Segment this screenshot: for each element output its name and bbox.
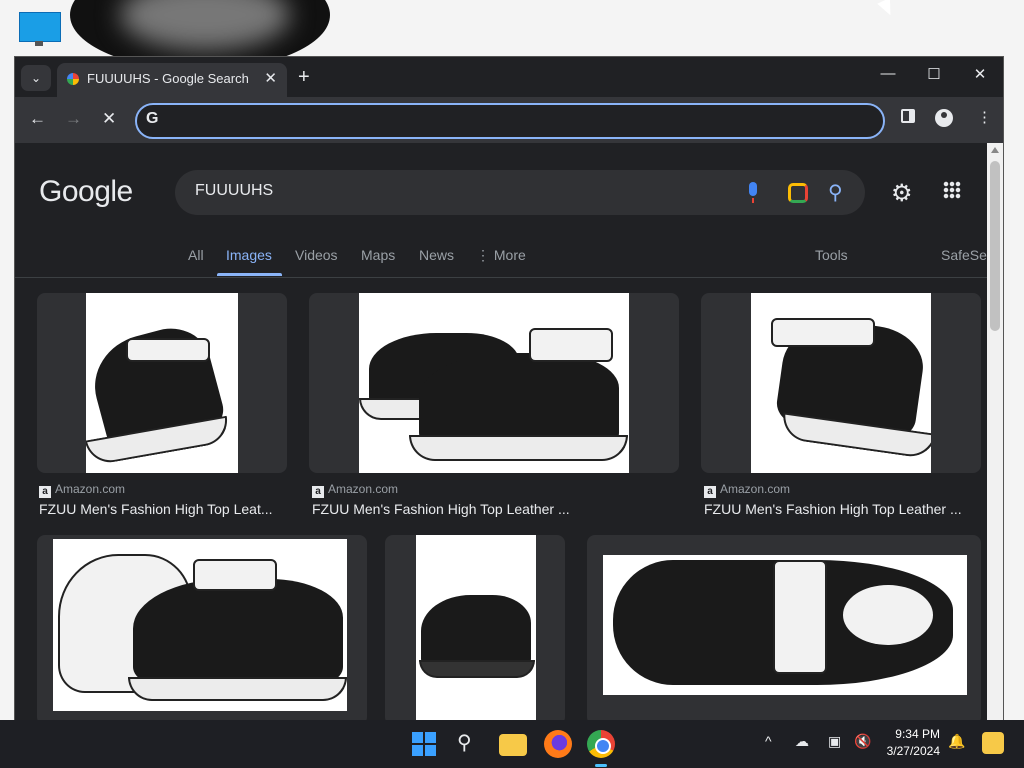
title-bar: ⌄ FUUUUHS - Google Search ✕ + — ☐ ✕ — [15, 57, 1003, 97]
more-icon: ⋮ — [476, 247, 490, 263]
tab-search-button[interactable]: ⌄ — [21, 65, 51, 91]
tab-google-search[interactable]: FUUUUHS - Google Search ✕ — [57, 63, 287, 97]
image-result[interactable] — [37, 535, 367, 720]
clock-date: 3/27/2024 — [886, 744, 940, 758]
shoe-image — [751, 293, 931, 473]
shoe-image — [603, 555, 967, 695]
result-title[interactable]: FZUU Men's Fashion High Top Leather ... — [704, 501, 974, 517]
shoe-image — [53, 539, 347, 711]
result-source[interactable]: a Amazon.com — [312, 482, 398, 498]
profile-avatar-icon[interactable] — [935, 109, 953, 127]
search-box[interactable]: FUUUUHS ⚲ — [175, 170, 865, 215]
chrome-menu-icon[interactable]: ⋮ — [977, 108, 992, 126]
side-panel-icon[interactable] — [901, 109, 915, 123]
scrollbar-thumb[interactable] — [990, 161, 1000, 331]
shoe-image — [416, 535, 536, 720]
amazon-favicon-icon: a — [704, 486, 716, 498]
result-source[interactable]: a Amazon.com — [704, 482, 790, 498]
shoe-image — [86, 293, 238, 473]
search-icon[interactable]: ⚲ — [457, 730, 472, 755]
result-title[interactable]: FZUU Men's Fashion High Top Leather ... — [312, 501, 682, 517]
tab-images[interactable]: Images — [226, 247, 272, 263]
copilot-icon[interactable] — [982, 732, 1004, 754]
tab-maps[interactable]: Maps — [361, 247, 395, 263]
image-result[interactable] — [309, 293, 679, 473]
windows-start-icon[interactable] — [412, 732, 436, 756]
stop-loading-button[interactable]: ✕ — [102, 109, 116, 129]
mouse-cursor-icon — [877, 0, 897, 19]
network-icon[interactable]: ▣ — [828, 733, 841, 750]
tab-all[interactable]: All — [188, 247, 204, 263]
volume-muted-icon[interactable]: 🔇 — [854, 733, 871, 750]
more-label: More — [493, 247, 526, 263]
tab-videos[interactable]: Videos — [295, 247, 338, 263]
file-explorer-icon[interactable] — [499, 734, 527, 756]
google-results-page: Google FUUUUHS ⚲ ⚙ All Images Videos Map… — [15, 143, 987, 720]
google-logo[interactable]: Google — [39, 175, 133, 209]
show-hidden-icons-chevron[interactable]: ^ — [765, 733, 772, 749]
amazon-favicon-icon: a — [312, 486, 324, 498]
browser-window: ⌄ FUUUUHS - Google Search ✕ + — ☐ ✕ ← → … — [15, 57, 1003, 720]
divider — [15, 277, 987, 278]
search-filter-tabs: All Images Videos Maps News ⋮ More Tools… — [15, 243, 987, 277]
address-bar[interactable]: G — [135, 103, 885, 139]
search-icon[interactable]: ⚲ — [828, 180, 843, 205]
google-apps-icon[interactable] — [943, 181, 961, 199]
browser-toolbar: ← → ✕ G ⋮ — [15, 97, 1003, 143]
new-tab-button[interactable]: + — [298, 66, 310, 89]
maximize-button[interactable]: ☐ — [919, 65, 949, 87]
image-result[interactable] — [587, 535, 981, 720]
scroll-up-icon[interactable] — [991, 147, 999, 153]
forward-button[interactable]: → — [65, 109, 82, 129]
close-tab-icon[interactable]: ✕ — [264, 69, 277, 87]
tab-title: FUUUUHS - Google Search — [87, 71, 249, 86]
monitor-icon — [19, 12, 61, 42]
active-tab-indicator — [217, 273, 282, 276]
result-title[interactable]: FZUU Men's Fashion High Top Leat... — [39, 501, 287, 517]
google-g-icon: G — [146, 110, 159, 127]
result-source[interactable]: a Amazon.com — [39, 482, 125, 498]
clock-time: 9:34 PM — [895, 727, 940, 741]
tab-news[interactable]: News — [419, 247, 454, 263]
amazon-favicon-icon: a — [39, 486, 51, 498]
onedrive-cloud-icon[interactable]: ☁ — [795, 733, 809, 750]
back-button[interactable]: ← — [29, 109, 46, 129]
voice-search-icon[interactable] — [749, 182, 757, 203]
chrome-icon[interactable] — [587, 730, 615, 767]
taskbar: ⚲ ^ ☁ ▣ 🔇 9:34 PM 3/27/2024 🔔 — [0, 720, 1024, 768]
google-favicon-icon — [67, 73, 79, 85]
clock[interactable]: 9:34 PM 3/27/2024 — [880, 726, 940, 760]
image-result[interactable] — [37, 293, 287, 473]
tab-more[interactable]: ⋮ More — [476, 247, 526, 264]
safesearch-button[interactable]: SafeSe — [941, 247, 987, 263]
shoe-image — [359, 293, 629, 473]
notification-bell-icon[interactable]: 🔔 — [948, 733, 965, 750]
minimize-button[interactable]: — — [873, 65, 903, 87]
tools-button[interactable]: Tools — [815, 247, 848, 263]
lens-search-icon[interactable] — [788, 183, 808, 203]
search-query[interactable]: FUUUUHS — [195, 182, 273, 200]
settings-gear-icon[interactable]: ⚙ — [891, 179, 913, 208]
close-window-button[interactable]: ✕ — [965, 65, 995, 87]
image-result[interactable] — [385, 535, 565, 720]
this-pc-desktop-icon[interactable] — [17, 12, 61, 48]
page-scrollbar[interactable] — [987, 143, 1003, 720]
image-result[interactable] — [701, 293, 981, 473]
address-input[interactable] — [169, 108, 873, 134]
firefox-icon[interactable] — [544, 730, 572, 758]
